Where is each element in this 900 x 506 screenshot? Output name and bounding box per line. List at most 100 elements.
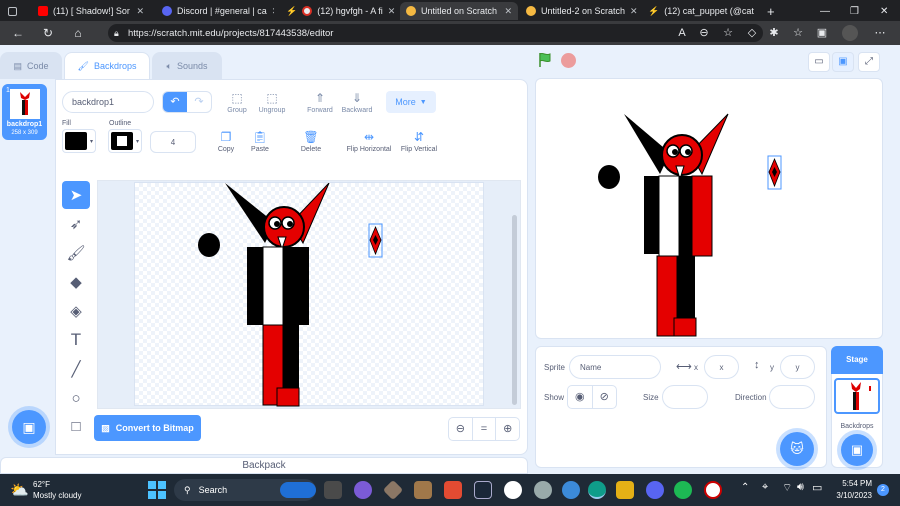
eye-hidden-icon[interactable]: ⊘ — [593, 386, 617, 408]
favorite-star-icon[interactable]: ☆ — [720, 25, 736, 41]
notification-badge[interactable]: 2 — [877, 484, 889, 496]
stage[interactable] — [535, 78, 883, 339]
tab-code[interactable]: ▤ Code — [0, 52, 62, 79]
backdrop-thumbnail-selected[interactable]: 1 backdrop1 258 x 309 — [2, 84, 47, 140]
flip-horizontal-button[interactable]: ⇹ Flip Horizontal — [344, 130, 394, 153]
browser-tab-active[interactable]: Untitled on Scratch ✕ — [400, 2, 518, 20]
more-button[interactable]: More ▼ — [386, 91, 436, 113]
zoom-in-icon[interactable]: ⊕ — [496, 418, 519, 440]
tab-sounds[interactable]: 🔈︎ Sounds — [152, 52, 222, 79]
close-icon[interactable]: ✕ — [136, 6, 144, 17]
green-flag-icon[interactable] — [537, 52, 553, 68]
large-stage-button[interactable]: ▣ — [832, 52, 854, 72]
y-input[interactable]: y — [780, 355, 815, 379]
browser-tab[interactable]: ⚡ (12) hgvfgh - A fi ✕ — [280, 2, 398, 20]
outline-color-picker[interactable]: ▾ — [108, 129, 142, 153]
rectangle-tool[interactable]: □ — [62, 412, 90, 440]
restore-button[interactable]: ❐ — [844, 2, 865, 20]
choose-stage-backdrop-button[interactable]: ▣ — [841, 434, 873, 466]
game-icon[interactable] — [616, 481, 634, 499]
convert-to-bitmap-button[interactable]: ▨ Convert to Bitmap — [94, 415, 201, 441]
ungroup-button[interactable]: ⬚ Ungroup — [255, 91, 289, 114]
direction-input[interactable] — [769, 385, 815, 409]
browser-tab[interactable]: (11) [ Shadow!] Sor ✕ — [32, 2, 150, 20]
zoom-reset-button[interactable]: = — [473, 418, 497, 440]
extension-icon[interactable]: ◇ — [744, 25, 760, 41]
paste-button[interactable]: 📋︎ Paste — [245, 130, 275, 153]
tab-backdrops[interactable]: 🖌︎ Backdrops — [64, 52, 150, 79]
choose-sprite-button[interactable]: 🐱︎ — [780, 432, 814, 466]
clock-time[interactable]: 5:54 PM — [832, 479, 872, 488]
copy-button[interactable]: ❐ Copy — [212, 130, 240, 153]
window-close-button[interactable]: ✕ — [874, 2, 894, 20]
fill-tool[interactable]: ◈ — [62, 297, 90, 325]
group-button[interactable]: ⬚ Group — [222, 91, 252, 114]
back-icon[interactable]: ← — [6, 26, 30, 40]
eye-icon[interactable]: ◉ — [568, 386, 593, 408]
refresh-icon[interactable]: ↻ — [36, 26, 60, 40]
canvas-vertical-scrollbar[interactable] — [512, 215, 517, 405]
text-tool[interactable]: T — [62, 326, 90, 354]
settings-gear-icon[interactable] — [534, 481, 552, 499]
app-icon[interactable] — [382, 479, 404, 501]
stage-thumbnail[interactable] — [834, 378, 880, 414]
close-icon[interactable]: ✕ — [388, 6, 396, 17]
close-icon[interactable]: ✕ — [504, 6, 512, 17]
undo-icon[interactable]: ↶ — [163, 92, 187, 112]
teams-chat-icon[interactable] — [354, 481, 372, 499]
zoom-out-icon[interactable]: ⊖ — [449, 418, 473, 440]
browser-tab[interactable]: ⚡ (12) cat_puppet (@cat ✕ — [642, 2, 760, 20]
backward-button[interactable]: ⇓ Backward — [338, 91, 376, 114]
delete-button[interactable]: 🗑︎ Delete — [296, 130, 326, 153]
new-tab-button[interactable]: + — [764, 2, 782, 20]
paint-canvas-area[interactable] — [97, 180, 521, 409]
taskbar-search[interactable]: ⚲ Search — [174, 479, 316, 501]
choose-backdrop-button[interactable]: ▣ — [12, 410, 46, 444]
forward-button[interactable]: ⇑ Forward — [303, 91, 337, 114]
reshape-tool[interactable]: ➶ — [62, 210, 90, 238]
battery-icon[interactable]: ▭ — [812, 481, 822, 494]
stop-icon[interactable] — [561, 53, 576, 68]
wifi-icon[interactable]: ⌔ — [782, 481, 792, 495]
fill-color-picker[interactable]: ▾ — [62, 129, 96, 153]
chevron-up-icon[interactable]: ⌃ — [741, 482, 749, 493]
task-view-icon[interactable] — [324, 481, 342, 499]
clock-date[interactable]: 3/10/2023 — [832, 491, 872, 500]
location-icon[interactable]: ⌖ — [762, 481, 768, 494]
outline-width-input[interactable]: 4 — [150, 131, 196, 153]
spotify-icon[interactable] — [674, 481, 692, 499]
url-field[interactable]: 🔒︎ https://scratch.mit.edu/projects/8174… — [108, 24, 763, 42]
costume-name-input[interactable]: backdrop1 — [62, 91, 154, 113]
weather-icon[interactable]: ⛅ — [10, 481, 29, 499]
home-icon[interactable]: ⌂ — [66, 26, 90, 40]
zoom-icon[interactable]: ⊖ — [696, 25, 712, 41]
browser-tab[interactable]: Untitled-2 on Scratch ✕ — [520, 2, 638, 20]
puzzle-icon[interactable]: ✱ — [766, 25, 782, 41]
windows-start-icon[interactable] — [148, 481, 166, 499]
profile-avatar[interactable] — [842, 25, 858, 41]
close-icon[interactable]: ✕ — [272, 6, 274, 17]
minimize-button[interactable]: — — [814, 2, 836, 20]
github-icon[interactable] — [504, 481, 522, 499]
edge-icon[interactable] — [588, 481, 606, 499]
read-aloud-icon[interactable]: A — [674, 25, 690, 41]
flip-vertical-button[interactable]: ⇵ Flip Vertical — [398, 130, 440, 153]
brush-tool[interactable]: 🖌︎ — [62, 239, 90, 267]
backpack-header[interactable]: Backpack — [0, 457, 528, 474]
collections-icon[interactable]: ▣ — [814, 25, 830, 41]
paint-canvas[interactable] — [134, 182, 484, 407]
discord-icon[interactable] — [646, 481, 664, 499]
favorites-icon[interactable]: ☆ — [790, 25, 806, 41]
settings-more-icon[interactable]: ⋯ — [872, 25, 888, 41]
fullscreen-button[interactable]: ⤢ — [858, 52, 880, 72]
scratch-desktop-icon[interactable] — [562, 481, 580, 499]
close-icon[interactable]: ✕ — [759, 6, 760, 17]
browser-tab[interactable]: Discord | #general | ca ✕ — [156, 2, 274, 20]
x-input[interactable]: x — [704, 355, 739, 379]
eraser-tool[interactable]: ◆ — [62, 268, 90, 296]
select-tool[interactable]: ➤ — [62, 181, 90, 209]
sprite-name-input[interactable]: Name — [569, 355, 661, 379]
circle-tool[interactable]: ○ — [62, 384, 90, 412]
line-tool[interactable]: ╱ — [62, 355, 90, 383]
minecraft-icon[interactable] — [414, 481, 432, 499]
